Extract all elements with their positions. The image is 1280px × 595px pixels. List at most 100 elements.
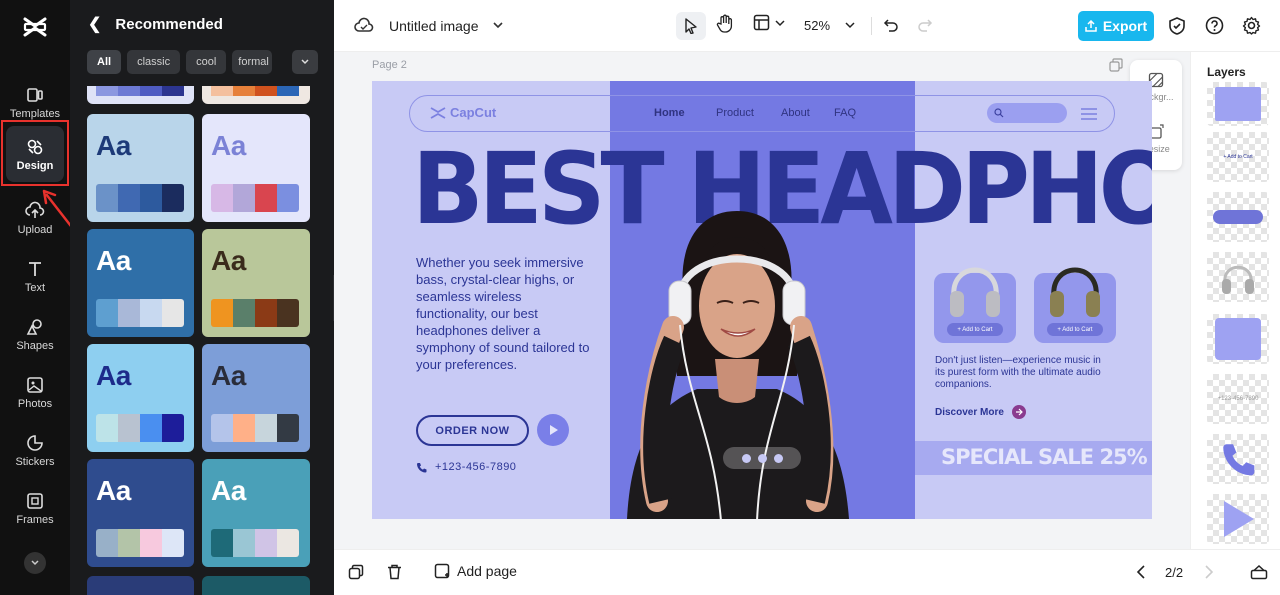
rail-item-upload[interactable]: Upload	[4, 190, 66, 246]
palette-swatches	[211, 299, 299, 327]
palette-card[interactable]: Aa	[202, 459, 310, 567]
search-icon	[994, 108, 1004, 118]
layout-menu-button[interactable]	[753, 14, 786, 31]
cloud-icon[interactable]	[354, 16, 374, 34]
undo-icon[interactable]	[883, 17, 899, 33]
chevron-down-icon	[31, 560, 39, 566]
design-artboard[interactable]: CapCut Home Product About FAQ BEST HEADP…	[372, 81, 1152, 519]
design-phone: +123-456-7890	[416, 461, 516, 473]
text-icon	[29, 261, 41, 276]
chip-cool[interactable]: cool	[186, 50, 227, 74]
color-swatch	[277, 184, 299, 212]
palette-card-peek[interactable]	[87, 576, 194, 595]
palette-swatches	[96, 184, 184, 212]
layer-phone-text: +123-456-7890	[1217, 396, 1259, 402]
trash-icon[interactable]	[387, 564, 402, 580]
palette-card[interactable]: Aa	[87, 459, 194, 567]
layer-thumb[interactable]	[1207, 494, 1269, 544]
palette-card-peek[interactable]	[202, 576, 310, 595]
chevron-down-icon[interactable]	[844, 20, 856, 30]
redo-icon[interactable]	[917, 17, 933, 33]
headphones-gold-image	[1050, 267, 1100, 317]
photos-icon	[27, 376, 43, 393]
left-rail: Templates Design Upload Text Shapes Phot…	[0, 0, 75, 595]
palette-card[interactable]: Aa	[87, 114, 194, 222]
capcut-logo-icon[interactable]	[22, 14, 48, 40]
stickers-icon	[27, 434, 43, 451]
design-play-button	[537, 414, 569, 446]
layer-thumb[interactable]: +123-456-7890	[1207, 374, 1269, 424]
arrow-right-icon	[1011, 405, 1026, 419]
palette-card-peek[interactable]	[202, 86, 310, 104]
palette-sample-text: Aa	[211, 475, 246, 506]
palette-card[interactable]: Aa	[202, 344, 310, 452]
help-icon[interactable]	[1205, 16, 1224, 35]
palette-swatches	[211, 414, 299, 442]
gear-icon[interactable]	[1242, 16, 1261, 35]
zoom-level[interactable]: 52%	[804, 18, 830, 33]
design-description: Whether you seek immersive bass, crystal…	[416, 255, 590, 372]
shield-icon[interactable]	[1168, 16, 1186, 36]
pages-panel-icon[interactable]	[1250, 564, 1268, 580]
play-icon	[550, 425, 558, 435]
design-order-button: ORDER NOW	[416, 415, 529, 446]
rail-item-shapes[interactable]: Shapes	[4, 306, 66, 362]
select-tool-button[interactable]	[676, 12, 706, 40]
duplicate-page-icon[interactable]	[1109, 58, 1123, 72]
palette-sample-text: Aa	[211, 360, 246, 391]
layer-thumb[interactable]	[1207, 82, 1269, 126]
rail-more-button[interactable]	[24, 552, 46, 574]
palette-card[interactable]: Aa	[202, 229, 310, 337]
chip-all[interactable]: All	[87, 50, 122, 74]
rail-item-frames[interactable]: Frames	[4, 480, 66, 536]
layer-thumb[interactable]	[1207, 192, 1269, 242]
duplicate-icon[interactable]	[348, 564, 364, 580]
chip-formal[interactable]: formal	[232, 50, 273, 74]
capcut-logo-icon	[430, 106, 446, 119]
export-button[interactable]: Export	[1078, 11, 1154, 41]
rail-item-photos[interactable]: Photos	[4, 364, 66, 420]
rail-item-text[interactable]: Text	[4, 248, 66, 304]
layer-thumb[interactable]	[1207, 252, 1269, 302]
palette-sample-text: Aa	[96, 360, 131, 391]
upload-icon	[25, 201, 45, 218]
add-page-button[interactable]: Add page	[434, 563, 517, 579]
palette-card[interactable]: Aa	[87, 344, 194, 452]
carousel-dots	[723, 447, 801, 469]
product-card: + Add to Cart	[1034, 267, 1116, 343]
chip-classic[interactable]: classic	[127, 50, 181, 74]
color-swatch	[118, 299, 140, 327]
palette-card-peek[interactable]	[87, 86, 194, 104]
top-bar: Untitled image 52% Export	[334, 0, 1280, 52]
color-swatch	[118, 529, 140, 557]
palette-swatches	[96, 299, 184, 327]
rail-label: Photos	[17, 397, 53, 410]
color-swatch	[162, 414, 184, 442]
palette-card[interactable]: Aa	[202, 114, 310, 222]
chips-more-button[interactable]	[292, 50, 318, 74]
layer-cart-text: + Add to Cart	[1223, 154, 1253, 160]
palette-swatches	[96, 529, 184, 557]
hand-tool-icon[interactable]	[716, 14, 734, 34]
panel-title: Recommended	[115, 15, 223, 33]
color-swatch	[255, 184, 277, 212]
chevron-left-icon[interactable]	[1136, 565, 1146, 579]
back-chevron-icon[interactable]: ❮	[88, 14, 101, 34]
layer-thumb[interactable]	[1207, 314, 1269, 364]
color-swatch	[118, 184, 140, 212]
woman-with-headphones-image	[627, 211, 849, 519]
chevron-down-icon[interactable]	[492, 20, 504, 30]
document-title[interactable]: Untitled image	[389, 18, 479, 34]
color-swatch	[96, 529, 118, 557]
chevron-right-icon[interactable]	[1204, 565, 1214, 579]
rail-item-stickers[interactable]: Stickers	[4, 422, 66, 478]
bottom-bar: Add page 2/2	[334, 549, 1280, 595]
color-swatch	[233, 299, 255, 327]
filter-chips: All classic cool formal	[87, 50, 273, 74]
layer-thumb[interactable]: + Add to Cart	[1207, 132, 1269, 182]
color-swatch	[233, 414, 255, 442]
palette-card[interactable]: Aa	[87, 229, 194, 337]
layer-thumb[interactable]	[1207, 434, 1269, 484]
headphones-silver-image	[950, 267, 1000, 317]
color-swatch	[140, 414, 162, 442]
